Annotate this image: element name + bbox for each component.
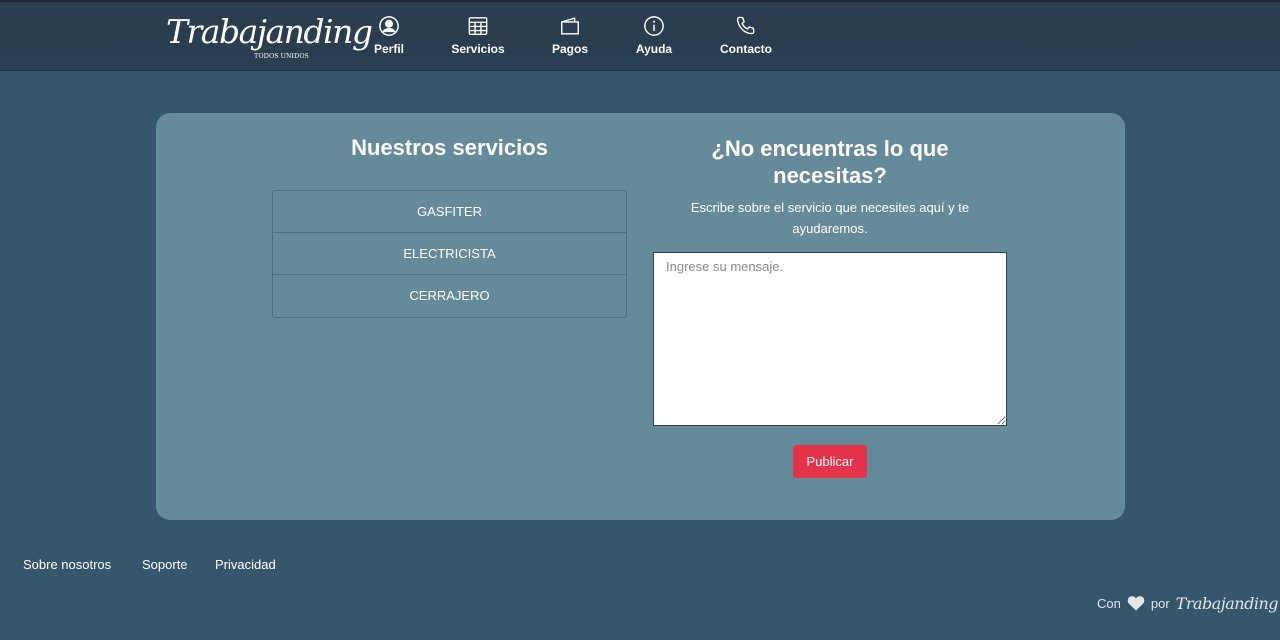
footer-credit: Con por Trabajanding xyxy=(1097,590,1279,616)
footer-link-privacidad[interactable]: Privacidad xyxy=(215,557,276,572)
nav-item-perfil[interactable]: Perfil xyxy=(366,15,412,61)
brand-tagline: TODOS UNIDOS xyxy=(254,52,310,60)
brand-logo-text: Trabajanding xyxy=(166,12,373,51)
service-item-cerrajero[interactable]: CERRAJERO xyxy=(273,275,626,317)
wallet-icon xyxy=(559,15,581,37)
nav-item-label: Servicios xyxy=(451,42,505,56)
message-textarea[interactable] xyxy=(653,252,1007,426)
publish-button[interactable]: Publicar xyxy=(793,445,867,478)
nav-item-pagos[interactable]: Pagos xyxy=(548,15,592,61)
brand-logo[interactable]: Trabajanding TODOS UNIDOS xyxy=(166,12,373,66)
services-title: Nuestros servicios xyxy=(351,135,548,160)
help-title: ¿No encuentras lo que necesitas? xyxy=(711,136,949,188)
nav-item-servicios[interactable]: Servicios xyxy=(448,15,508,61)
nav-item-ayuda[interactable]: Ayuda xyxy=(632,15,676,61)
table-grid-icon xyxy=(467,15,489,37)
credit-prefix: Con xyxy=(1097,595,1121,611)
nav-item-contacto[interactable]: Contacto xyxy=(718,15,774,61)
phone-icon xyxy=(735,15,757,37)
user-circle-icon xyxy=(378,15,400,37)
service-list: GASFITER ELECTRICISTA CERRAJERO xyxy=(272,190,627,318)
footer-link-soporte[interactable]: Soporte xyxy=(142,557,188,572)
nav-item-label: Perfil xyxy=(373,42,404,56)
help-subtitle: Escribe sobre el servicio que necesites … xyxy=(690,200,970,236)
credit-middle: por xyxy=(1150,595,1170,611)
footer-link-sobre-nosotros[interactable]: Sobre nosotros xyxy=(23,557,111,572)
service-item-gasfiter[interactable]: GASFITER xyxy=(273,191,626,233)
info-circle-icon xyxy=(643,15,665,37)
service-item-electricista[interactable]: ELECTRICISTA xyxy=(273,233,626,275)
nav-item-label: Pagos xyxy=(551,42,588,56)
services-card: Nuestros servicios GASFITER ELECTRICISTA… xyxy=(156,113,1125,520)
credit-brand: Trabajanding xyxy=(1175,593,1279,613)
nav-item-label: Contacto xyxy=(720,42,772,56)
navbar: Trabajanding TODOS UNIDOS Perfil Servici… xyxy=(0,0,1280,71)
nav-item-label: Ayuda xyxy=(635,42,673,56)
heart-icon xyxy=(1127,595,1145,611)
